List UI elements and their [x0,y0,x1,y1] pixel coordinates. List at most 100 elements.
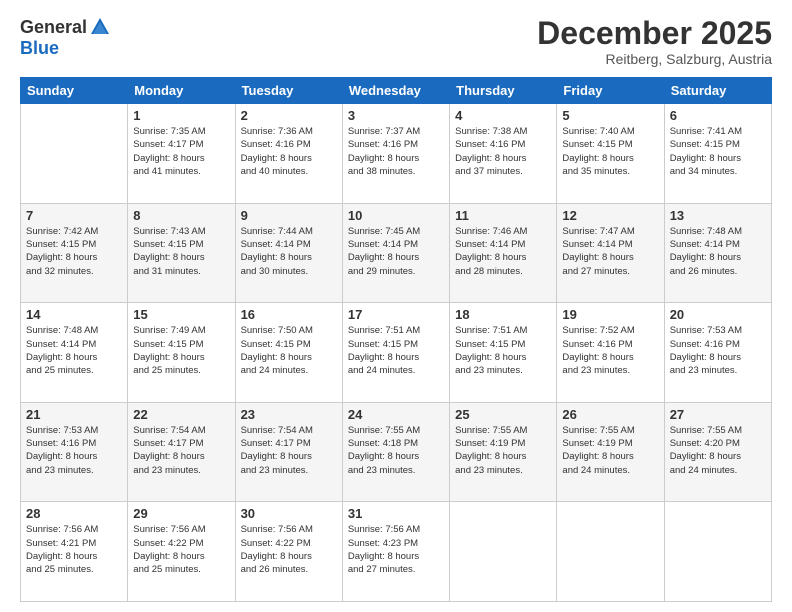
day-info: Sunrise: 7:56 AM Sunset: 4:22 PM Dayligh… [133,523,229,576]
day-number: 7 [26,208,122,223]
col-header-monday: Monday [128,78,235,104]
day-cell: 18 Sunrise: 7:51 AM Sunset: 4:15 PM Dayli… [450,303,557,403]
day-cell [664,502,771,602]
day-info: Sunrise: 7:38 AM Sunset: 4:16 PM Dayligh… [455,125,551,178]
day-cell: 14 Sunrise: 7:48 AM Sunset: 4:14 PM Dayli… [21,303,128,403]
day-info: Sunrise: 7:55 AM Sunset: 4:18 PM Dayligh… [348,424,444,477]
day-cell: 17 Sunrise: 7:51 AM Sunset: 4:15 PM Dayli… [342,303,449,403]
day-cell: 21 Sunrise: 7:53 AM Sunset: 4:16 PM Dayli… [21,402,128,502]
day-cell: 19Sunrise: 7:52 AM Sunset: 4:16 PM Dayli… [557,303,664,403]
subtitle: Reitberg, Salzburg, Austria [537,51,772,67]
day-number: 21 [26,407,122,422]
day-number: 11 [455,208,551,223]
day-cell: 6 Sunrise: 7:41 AM Sunset: 4:15 PM Daylig… [664,104,771,204]
day-info: Sunrise: 7:51 AM Sunset: 4:15 PM Dayligh… [455,324,551,377]
day-info: Sunrise: 7:43 AM Sunset: 4:15 PM Dayligh… [133,225,229,278]
day-info: Sunrise: 7:48 AM Sunset: 4:14 PM Dayligh… [26,324,122,377]
day-number: 13 [670,208,766,223]
day-cell: 20Sunrise: 7:53 AM Sunset: 4:16 PM Dayli… [664,303,771,403]
day-cell: 27 Sunrise: 7:55 AM Sunset: 4:20 PM Dayli… [664,402,771,502]
day-number: 1 [133,108,229,123]
col-header-saturday: Saturday [664,78,771,104]
day-number: 18 [455,307,551,322]
day-info: Sunrise: 7:55 AM Sunset: 4:19 PM Dayligh… [562,424,658,477]
day-number: 16 [241,307,337,322]
day-info: Sunrise: 7:56 AM Sunset: 4:22 PM Dayligh… [241,523,337,576]
logo: General Blue [20,16,111,59]
day-number: 15 [133,307,229,322]
day-cell: 16 Sunrise: 7:50 AM Sunset: 4:15 PM Dayli… [235,303,342,403]
day-number: 27 [670,407,766,422]
day-info: Sunrise: 7:42 AM Sunset: 4:15 PM Dayligh… [26,225,122,278]
day-cell: 26 Sunrise: 7:55 AM Sunset: 4:19 PM Dayli… [557,402,664,502]
day-cell: 3 Sunrise: 7:37 AM Sunset: 4:16 PM Daylig… [342,104,449,204]
day-cell: 13 Sunrise: 7:48 AM Sunset: 4:14 PM Dayli… [664,203,771,303]
day-number: 6 [670,108,766,123]
day-number: 24 [348,407,444,422]
logo-blue: Blue [20,38,59,58]
day-number: 17 [348,307,444,322]
day-number: 5 [562,108,658,123]
day-cell: 23 Sunrise: 7:54 AM Sunset: 4:17 PM Dayli… [235,402,342,502]
day-number: 28 [26,506,122,521]
day-info: Sunrise: 7:54 AM Sunset: 4:17 PM Dayligh… [133,424,229,477]
day-info: Sunrise: 7:56 AM Sunset: 4:23 PM Dayligh… [348,523,444,576]
week-row-1: 7 Sunrise: 7:42 AM Sunset: 4:15 PM Daylig… [21,203,772,303]
day-cell: 8 Sunrise: 7:43 AM Sunset: 4:15 PM Daylig… [128,203,235,303]
day-info: Sunrise: 7:50 AM Sunset: 4:15 PM Dayligh… [241,324,337,377]
day-number: 14 [26,307,122,322]
day-number: 30 [241,506,337,521]
day-number: 23 [241,407,337,422]
day-info: Sunrise: 7:55 AM Sunset: 4:19 PM Dayligh… [455,424,551,477]
day-cell: 24 Sunrise: 7:55 AM Sunset: 4:18 PM Dayli… [342,402,449,502]
day-number: 25 [455,407,551,422]
day-cell [557,502,664,602]
day-info: Sunrise: 7:35 AM Sunset: 4:17 PM Dayligh… [133,125,229,178]
day-info: Sunrise: 7:54 AM Sunset: 4:17 PM Dayligh… [241,424,337,477]
day-cell: 25 Sunrise: 7:55 AM Sunset: 4:19 PM Dayli… [450,402,557,502]
day-cell: 5Sunrise: 7:40 AM Sunset: 4:15 PM Daylig… [557,104,664,204]
day-info: Sunrise: 7:48 AM Sunset: 4:14 PM Dayligh… [670,225,766,278]
day-info: Sunrise: 7:55 AM Sunset: 4:20 PM Dayligh… [670,424,766,477]
day-info: Sunrise: 7:46 AM Sunset: 4:14 PM Dayligh… [455,225,551,278]
calendar-table: SundayMondayTuesdayWednesdayThursdayFrid… [20,77,772,602]
col-header-thursday: Thursday [450,78,557,104]
logo-general: General [20,17,87,38]
col-header-tuesday: Tuesday [235,78,342,104]
day-info: Sunrise: 7:51 AM Sunset: 4:15 PM Dayligh… [348,324,444,377]
col-header-sunday: Sunday [21,78,128,104]
month-title: December 2025 [537,16,772,51]
day-cell: 29 Sunrise: 7:56 AM Sunset: 4:22 PM Dayli… [128,502,235,602]
day-number: 3 [348,108,444,123]
day-cell [450,502,557,602]
day-cell: 2Sunrise: 7:36 AM Sunset: 4:16 PM Daylig… [235,104,342,204]
col-header-wednesday: Wednesday [342,78,449,104]
day-cell [21,104,128,204]
day-cell: 12Sunrise: 7:47 AM Sunset: 4:14 PM Dayli… [557,203,664,303]
day-info: Sunrise: 7:37 AM Sunset: 4:16 PM Dayligh… [348,125,444,178]
day-cell: 11 Sunrise: 7:46 AM Sunset: 4:14 PM Dayli… [450,203,557,303]
day-number: 31 [348,506,444,521]
day-info: Sunrise: 7:53 AM Sunset: 4:16 PM Dayligh… [26,424,122,477]
day-cell: 15Sunrise: 7:49 AM Sunset: 4:15 PM Dayli… [128,303,235,403]
day-number: 22 [133,407,229,422]
week-row-3: 21 Sunrise: 7:53 AM Sunset: 4:16 PM Dayli… [21,402,772,502]
day-cell: 7 Sunrise: 7:42 AM Sunset: 4:15 PM Daylig… [21,203,128,303]
day-cell: 28Sunrise: 7:56 AM Sunset: 4:21 PM Dayli… [21,502,128,602]
day-cell: 22 Sunrise: 7:54 AM Sunset: 4:17 PM Dayli… [128,402,235,502]
logo-icon [89,16,111,38]
day-number: 9 [241,208,337,223]
week-row-4: 28Sunrise: 7:56 AM Sunset: 4:21 PM Dayli… [21,502,772,602]
calendar-container: General Blue December 2025 Reitberg, Sal… [0,0,792,612]
day-number: 20 [670,307,766,322]
day-number: 26 [562,407,658,422]
day-number: 12 [562,208,658,223]
day-number: 8 [133,208,229,223]
day-cell: 4Sunrise: 7:38 AM Sunset: 4:16 PM Daylig… [450,104,557,204]
day-number: 19 [562,307,658,322]
day-cell: 1 Sunrise: 7:35 AM Sunset: 4:17 PM Daylig… [128,104,235,204]
day-cell: 10Sunrise: 7:45 AM Sunset: 4:14 PM Dayli… [342,203,449,303]
day-info: Sunrise: 7:41 AM Sunset: 4:15 PM Dayligh… [670,125,766,178]
day-number: 2 [241,108,337,123]
day-number: 29 [133,506,229,521]
